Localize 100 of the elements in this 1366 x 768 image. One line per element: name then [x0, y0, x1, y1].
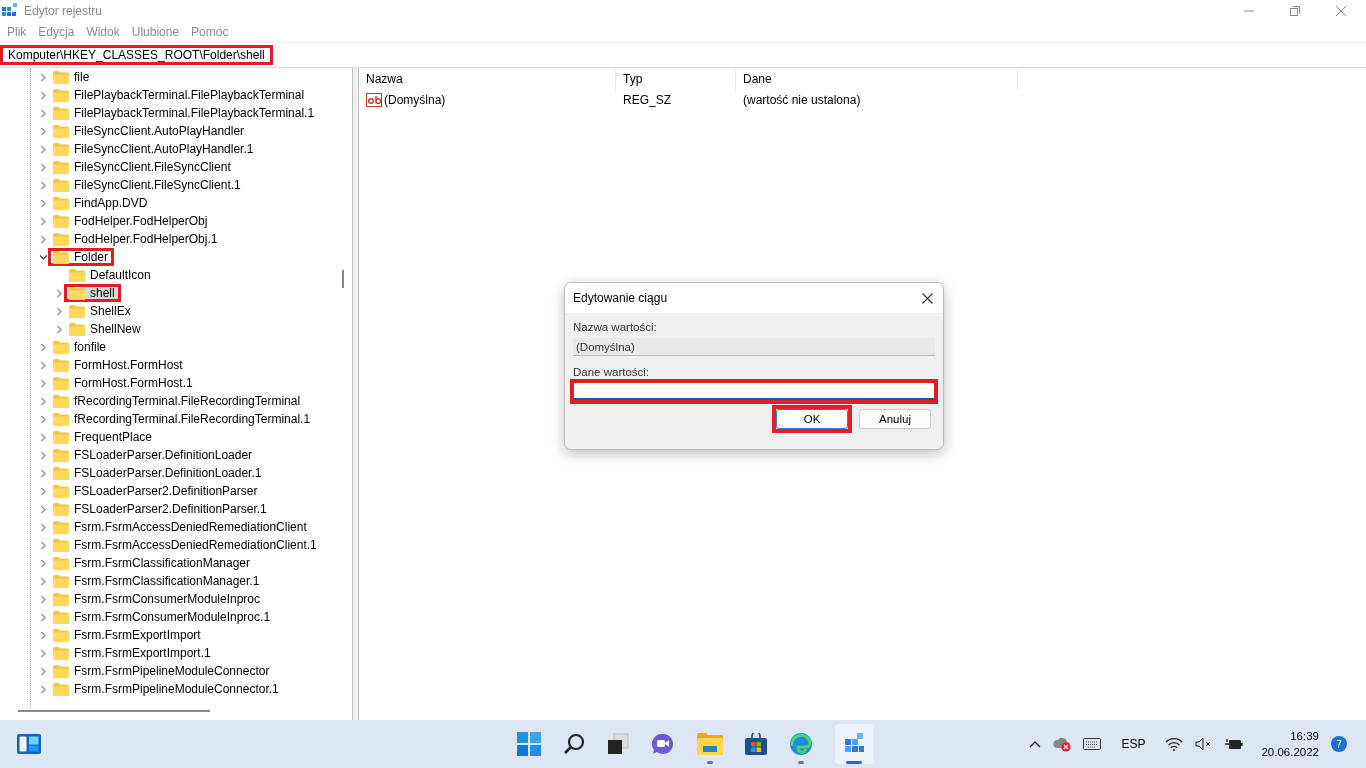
- dialog-button[interactable]: OK: [776, 409, 848, 429]
- tree-item[interactable]: FSLoaderParser2.DefinitionParser.1: [74, 502, 267, 516]
- folder-icon: [53, 664, 69, 678]
- maximize-icon[interactable]: [1290, 6, 1300, 16]
- table-cell[interactable]: (Domyślna): [384, 93, 446, 107]
- tree-item[interactable]: Fsrm.FsrmPipelineModuleConnector: [74, 664, 270, 678]
- dialog-title: Edytowanie ciągu: [573, 291, 668, 305]
- tree-item[interactable]: ShellEx: [90, 304, 131, 318]
- tree-item[interactable]: fRecordingTerminal.FileRecordingTerminal.1: [74, 412, 311, 426]
- folder-icon: [53, 358, 69, 372]
- chat-bubble-icon[interactable]: [651, 733, 675, 755]
- notification-badge[interactable]: 7: [1331, 736, 1347, 752]
- folder-icon[interactable]: [697, 733, 723, 755]
- tree-item[interactable]: FileSyncClient.FileSyncClient.1: [74, 178, 241, 192]
- folder-icon: [53, 574, 69, 588]
- column-header[interactable]: Dane: [736, 68, 1018, 90]
- tree-item[interactable]: fRecordingTerminal.FileRecordingTerminal: [74, 394, 301, 408]
- tree-item[interactable]: FSLoaderParser2.DefinitionParser: [74, 484, 258, 498]
- folder-icon: [53, 520, 69, 534]
- tree-item[interactable]: Fsrm.FsrmConsumerModuleInproc: [74, 592, 261, 606]
- tree-item[interactable]: FormHost.FormHost: [74, 358, 183, 372]
- folder-icon: [69, 322, 85, 336]
- tree-item[interactable]: Fsrm.FsrmPipelineModuleConnector.1: [74, 682, 279, 696]
- browser-icon[interactable]: [789, 732, 813, 756]
- close-icon[interactable]: [922, 292, 933, 304]
- search-icon[interactable]: [563, 733, 585, 755]
- menu-item[interactable]: Edycja: [38, 25, 75, 39]
- tree-item[interactable]: FodHelper.FodHelperObj.1: [74, 232, 218, 246]
- folder-icon: [53, 466, 69, 480]
- widgets-icon[interactable]: [17, 734, 41, 754]
- value-data-field[interactable]: [574, 383, 934, 400]
- scrollbar[interactable]: [342, 270, 344, 288]
- dialog-button[interactable]: Anuluj: [859, 409, 931, 429]
- chevron-icon[interactable]: [39, 252, 48, 262]
- clock-time[interactable]: 16:39: [1290, 728, 1319, 744]
- language-indicator[interactable]: ESP: [1121, 737, 1146, 751]
- tree-item[interactable]: DefaultIcon: [90, 268, 151, 282]
- folder-icon: [53, 178, 69, 192]
- tree-item[interactable]: Fsrm.FsrmAccessDeniedRemediationClient.1: [74, 538, 317, 552]
- tree-item[interactable]: FileSyncClient.AutoPlayHandler: [74, 124, 245, 138]
- cloud-error-icon[interactable]: [1053, 736, 1072, 752]
- menu-item[interactable]: Plik: [7, 25, 27, 39]
- folder-icon: [53, 610, 69, 624]
- address-bar[interactable]: Komputer\HKEY_CLASSES_ROOT\Folder\shell: [0, 45, 273, 65]
- folder-icon: [53, 412, 69, 426]
- tree-item[interactable]: FileSyncClient.FileSyncClient: [74, 160, 231, 174]
- tree-item[interactable]: FSLoaderParser.DefinitionLoader.1: [74, 466, 262, 480]
- folder-icon: [53, 196, 69, 210]
- tree-item[interactable]: FilePlaybackTerminal.FilePlaybackTerminal: [74, 88, 305, 102]
- tree-item[interactable]: Fsrm.FsrmAccessDeniedRemediationClient: [74, 520, 307, 534]
- tree-item[interactable]: Fsrm.FsrmClassificationManager: [74, 556, 251, 570]
- folder-icon: [69, 286, 85, 300]
- folder-icon: [53, 70, 69, 84]
- menu-item[interactable]: Ulubione: [131, 25, 180, 39]
- window-title: Edytor rejestru: [24, 4, 103, 18]
- field-label: Dane wartości:: [573, 366, 651, 378]
- tree-item[interactable]: fonfile: [74, 340, 107, 354]
- start-icon[interactable]: [517, 732, 541, 756]
- tree-item[interactable]: Fsrm.FsrmClassificationManager.1: [74, 574, 260, 588]
- clock-date[interactable]: 20.06.2022: [1261, 744, 1319, 760]
- battery-charging-icon[interactable]: [1225, 737, 1244, 751]
- registry-app-icon[interactable]: [843, 733, 865, 755]
- wifi-icon[interactable]: [1165, 737, 1184, 751]
- menu-item[interactable]: Widok: [86, 25, 120, 39]
- folder-icon: [53, 556, 69, 570]
- folder-icon: [53, 448, 69, 462]
- folder-icon: [53, 232, 69, 246]
- folder-icon: [69, 268, 85, 282]
- tree-item[interactable]: FodHelper.FodHelperObj: [74, 214, 208, 228]
- folder-icon: [53, 628, 69, 642]
- tree-item[interactable]: FSLoaderParser.DefinitionLoader: [74, 448, 253, 462]
- folder-icon: [53, 502, 69, 516]
- folder-icon: [53, 394, 69, 408]
- tree-item[interactable]: FileSyncClient.AutoPlayHandler.1: [74, 142, 254, 156]
- folder-icon: [53, 160, 69, 174]
- tree-item[interactable]: Fsrm.FsrmExportImport: [74, 628, 201, 642]
- tree-item[interactable]: file: [74, 70, 90, 84]
- tree-item[interactable]: FrequentPlace: [74, 430, 153, 444]
- tree-item[interactable]: FormHost.FormHost.1: [74, 376, 193, 390]
- scrollbar[interactable]: [18, 710, 210, 712]
- table-cell-text: REG_SZ: [622, 93, 672, 107]
- store-bag-icon[interactable]: [745, 733, 767, 755]
- folder-icon: [53, 88, 69, 102]
- tree-item[interactable]: Fsrm.FsrmExportImport.1: [74, 646, 211, 660]
- tree-item[interactable]: ShellNew: [90, 322, 141, 336]
- chevron-up-icon[interactable]: [1029, 740, 1042, 748]
- tree-item[interactable]: FilePlaybackTerminal.FilePlaybackTerminal.1: [74, 106, 315, 120]
- value-name-field: (Domyślna): [573, 338, 935, 356]
- folder-icon: [53, 124, 69, 138]
- folder-icon: [53, 682, 69, 696]
- menu-item[interactable]: Pomoc: [191, 25, 229, 39]
- column-header[interactable]: Nazwa: [359, 68, 616, 90]
- tree-item[interactable]: FindApp.DVD: [74, 196, 148, 210]
- column-header[interactable]: Typ: [616, 68, 736, 90]
- task-view-icon[interactable]: [607, 733, 629, 755]
- field-label: Nazwa wartości:: [573, 321, 658, 333]
- folder-icon: [53, 646, 69, 660]
- keyboard-icon[interactable]: [1083, 738, 1102, 750]
- folder-icon: [53, 340, 69, 354]
- tree-item[interactable]: Fsrm.FsrmConsumerModuleInproc.1: [74, 610, 271, 624]
